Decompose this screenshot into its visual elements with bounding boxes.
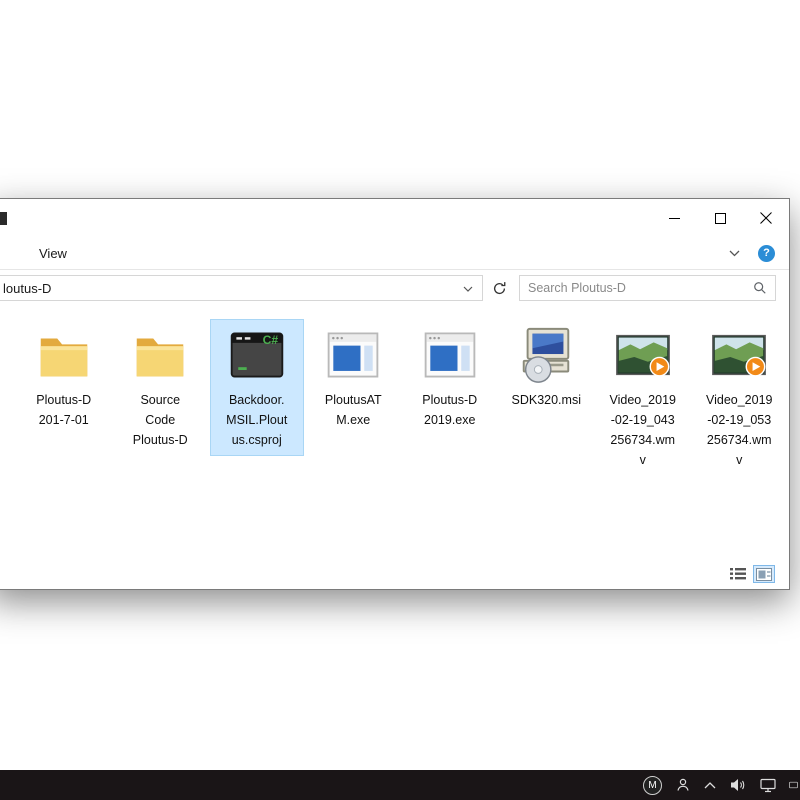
application-icon (323, 325, 383, 385)
volume-icon (729, 778, 747, 792)
user-badge-initial: M (643, 776, 662, 795)
csharp-project-icon: C# (227, 325, 287, 385)
details-view-button[interactable] (727, 565, 749, 583)
taskbar: M (0, 770, 800, 800)
help-button[interactable]: ? (758, 245, 775, 262)
csharp-badge-text: C# (262, 333, 278, 347)
file-item-label: Ploutus-D 201-7-01 (36, 390, 91, 430)
network-button[interactable] (760, 770, 776, 800)
ribbon-collapse-chevron-icon[interactable] (729, 250, 740, 257)
file-item-label: Backdoor. MSIL.Plout us.csproj (226, 390, 287, 450)
file-item[interactable]: Source Code Ploutus-D (114, 319, 208, 456)
details-view-icon (730, 567, 746, 581)
status-bar (0, 561, 789, 589)
tray-partial-icon[interactable] (789, 770, 798, 800)
clipped-tray-icon (789, 778, 798, 792)
maximize-button[interactable] (697, 199, 743, 237)
minimize-button[interactable] (651, 199, 697, 237)
file-item[interactable]: Video_2019 -02-19_043 256734.wm v (596, 319, 690, 476)
explorer-window: View ? loutus-D (0, 198, 790, 590)
caption-buttons (651, 199, 789, 237)
people-icon (675, 777, 691, 793)
minimize-icon (669, 213, 680, 224)
search-box (519, 275, 776, 301)
ribbon-menu-row: View ? (0, 237, 789, 270)
titlebar[interactable] (0, 199, 789, 237)
file-item-label: PloutusAT M.exe (325, 390, 382, 430)
installer-icon (515, 324, 577, 386)
chevron-up-icon (704, 782, 716, 789)
address-dropdown-chevron-icon[interactable] (463, 286, 473, 292)
people-button[interactable] (675, 770, 691, 800)
refresh-icon (492, 281, 507, 296)
folder-icon (33, 324, 95, 386)
file-item[interactable]: Ploutus-D 2019.exe (403, 319, 497, 436)
address-row: loutus-D (0, 270, 789, 306)
file-item-label: Video_2019 -02-19_043 256734.wm v (609, 390, 676, 470)
file-item[interactable]: PloutusAT M.exe (307, 319, 401, 436)
maximize-icon (715, 213, 726, 224)
desktop-wallpaper: View ? loutus-D (0, 0, 800, 800)
file-item-label: Source Code Ploutus-D (133, 390, 188, 450)
file-item[interactable]: Video_2019 -02-19_053 256734.wm v (693, 319, 787, 476)
file-item-label: SDK320.msi (512, 390, 581, 410)
address-bar[interactable]: loutus-D (0, 275, 483, 301)
window-title-partial-icon (0, 212, 7, 225)
address-path-text: loutus-D (3, 281, 51, 296)
search-icon (753, 281, 767, 295)
search-input[interactable] (520, 281, 753, 295)
close-icon (760, 212, 772, 224)
file-list: Ploutus-D 201-7-01 Source Code Ploutus-D (0, 306, 789, 561)
show-hidden-icons-button[interactable] (704, 770, 716, 800)
folder-icon (129, 324, 191, 386)
system-tray: M (643, 770, 800, 800)
file-item-label: Ploutus-D 2019.exe (422, 390, 477, 430)
file-item[interactable]: SDK320.msi (500, 319, 594, 416)
application-icon (420, 325, 480, 385)
file-item[interactable]: Ploutus-D 201-7-01 (17, 319, 111, 436)
thumbnails-view-icon (756, 568, 772, 581)
video-icon (708, 324, 770, 386)
refresh-button[interactable] (486, 275, 512, 301)
tab-view[interactable]: View (39, 246, 67, 261)
close-button[interactable] (743, 199, 789, 237)
volume-button[interactable] (729, 770, 747, 800)
file-item-label: Video_2019 -02-19_053 256734.wm v (706, 390, 773, 470)
file-item-selected[interactable]: C# Backdoor. MSIL.Plout us.csproj (210, 319, 304, 456)
thumbnails-view-button[interactable] (753, 565, 775, 583)
user-badge[interactable]: M (643, 770, 662, 800)
video-icon (612, 324, 674, 386)
network-icon (760, 778, 776, 793)
